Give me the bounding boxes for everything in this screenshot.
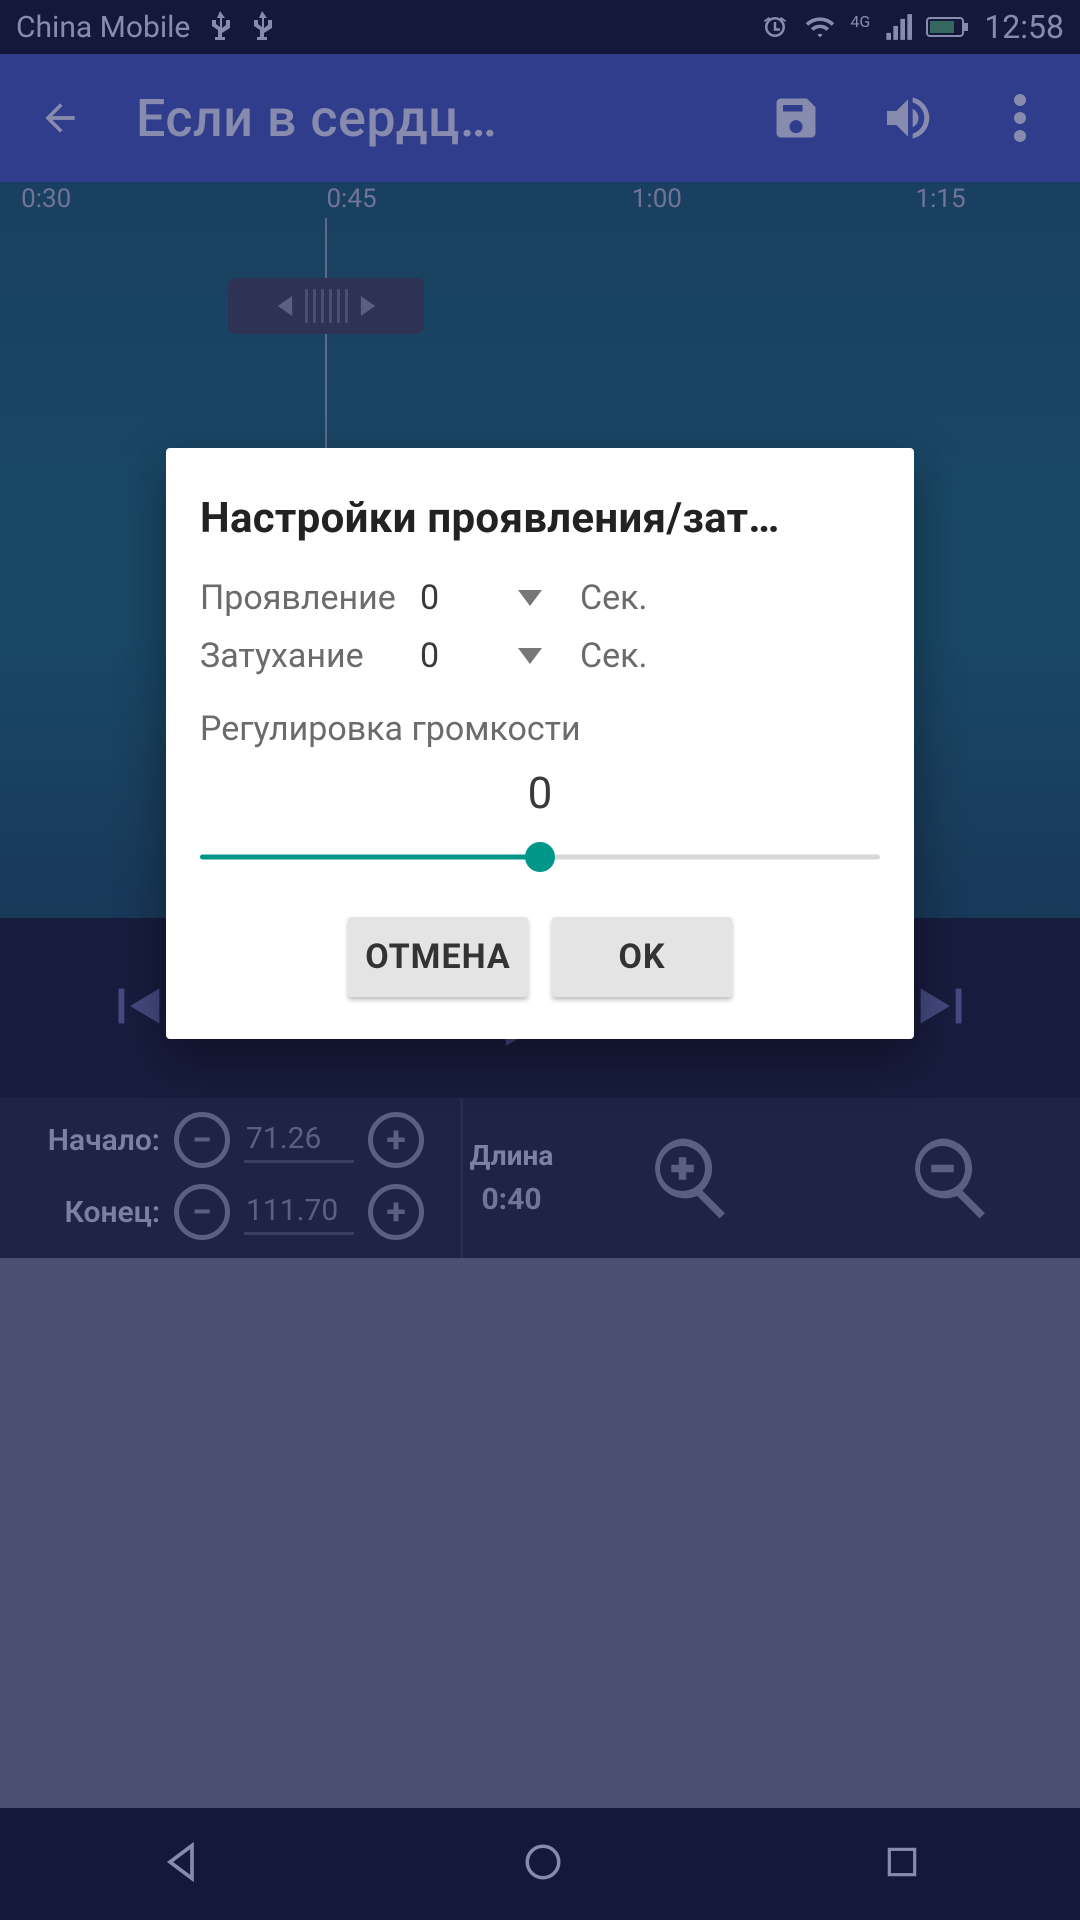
fade-out-value: 0: [420, 636, 480, 676]
fade-settings-dialog: Настройки проявления/зат… Проявление 0 С…: [166, 448, 914, 1039]
fade-out-dropdown[interactable]: [480, 648, 580, 664]
chevron-down-icon: [518, 590, 542, 606]
chevron-down-icon: [518, 648, 542, 664]
fade-in-dropdown[interactable]: [480, 590, 580, 606]
fade-out-unit: Сек.: [580, 636, 648, 676]
fade-in-label: Проявление: [200, 578, 420, 618]
volume-label: Регулировка громкости: [200, 709, 880, 749]
dialog-title: Настройки проявления/зат…: [200, 494, 880, 543]
ok-button[interactable]: OK: [552, 917, 732, 997]
cancel-button[interactable]: ОТМЕНА: [348, 917, 528, 997]
fade-in-unit: Сек.: [580, 578, 648, 618]
volume-slider[interactable]: [200, 837, 880, 877]
fade-out-label: Затухание: [200, 636, 420, 676]
fade-in-value: 0: [420, 578, 480, 618]
volume-value: 0: [200, 767, 880, 819]
